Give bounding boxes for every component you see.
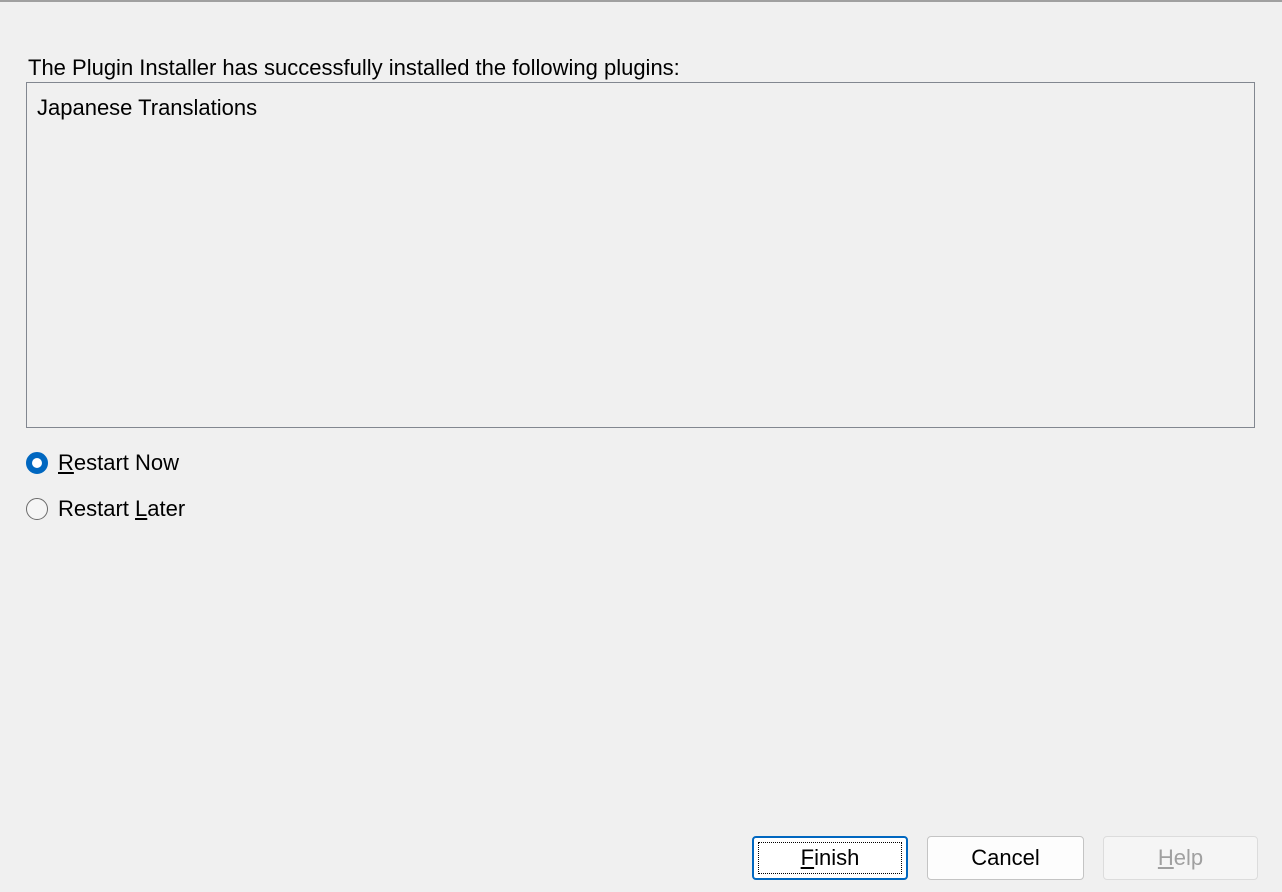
restart-later-label[interactable]: Restart Later bbox=[58, 496, 185, 522]
help-button-label: Help bbox=[1157, 845, 1204, 870]
restart-later-radio[interactable]: Restart Later bbox=[26, 494, 185, 524]
list-item[interactable]: Japanese Translations bbox=[37, 94, 257, 122]
top-divider bbox=[0, 0, 1282, 2]
cancel-button[interactable]: Cancel bbox=[927, 836, 1084, 880]
installed-plugins-list[interactable]: Japanese Translations bbox=[26, 82, 1255, 428]
help-button: Help bbox=[1103, 836, 1258, 880]
restart-now-label[interactable]: Restart Now bbox=[58, 450, 179, 476]
cancel-button-label: Cancel bbox=[971, 845, 1040, 870]
finish-button-label: Finish bbox=[800, 845, 860, 870]
radio-checked-icon[interactable] bbox=[26, 452, 48, 474]
radio-unchecked-icon[interactable] bbox=[26, 498, 48, 520]
finish-button[interactable]: Finish bbox=[752, 836, 908, 880]
installed-plugins-label: The Plugin Installer has successfully in… bbox=[28, 55, 680, 80]
restart-now-radio[interactable]: Restart Now bbox=[26, 448, 179, 478]
